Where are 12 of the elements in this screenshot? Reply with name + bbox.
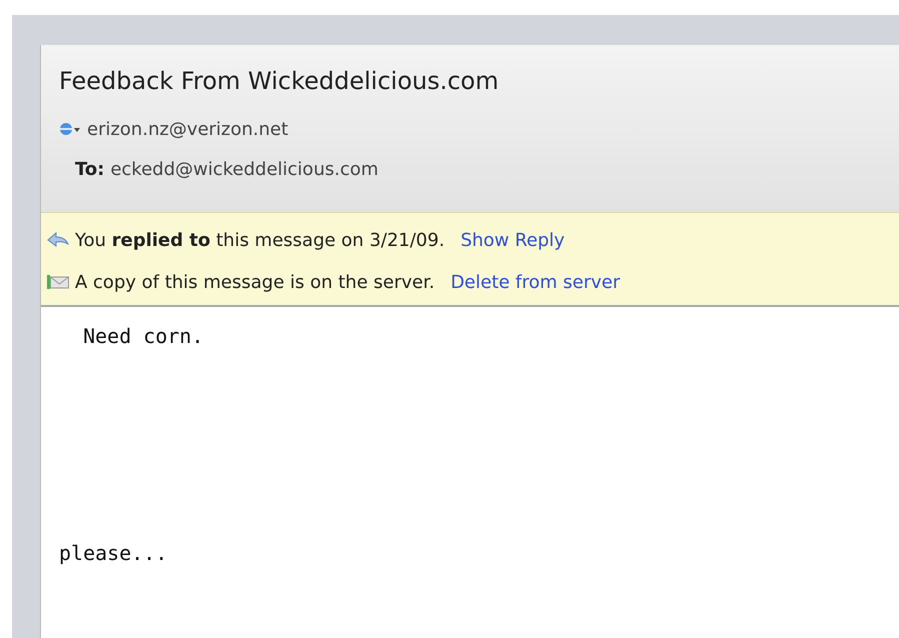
- notice-link[interactable]: Delete from server: [450, 272, 620, 292]
- to-label: To:: [75, 158, 104, 180]
- notice-text: A copy of this message is on the server.: [75, 272, 435, 292]
- notice-text: You replied to this message on 3/21/09.: [75, 230, 445, 250]
- message-subject: Feedback From Wickeddelicious.com: [59, 67, 500, 95]
- contact-icon[interactable]: [59, 122, 81, 136]
- recipient-address: eckedd@wickeddelicious.com: [110, 158, 378, 180]
- envelope-icon: [47, 274, 69, 290]
- sender-address: erizon.nz@verizon.net: [87, 118, 288, 140]
- reply-arrow-icon: [47, 232, 69, 248]
- notice-link[interactable]: Show Reply: [460, 230, 565, 250]
- message-body: Need corn. please...: [58, 323, 204, 567]
